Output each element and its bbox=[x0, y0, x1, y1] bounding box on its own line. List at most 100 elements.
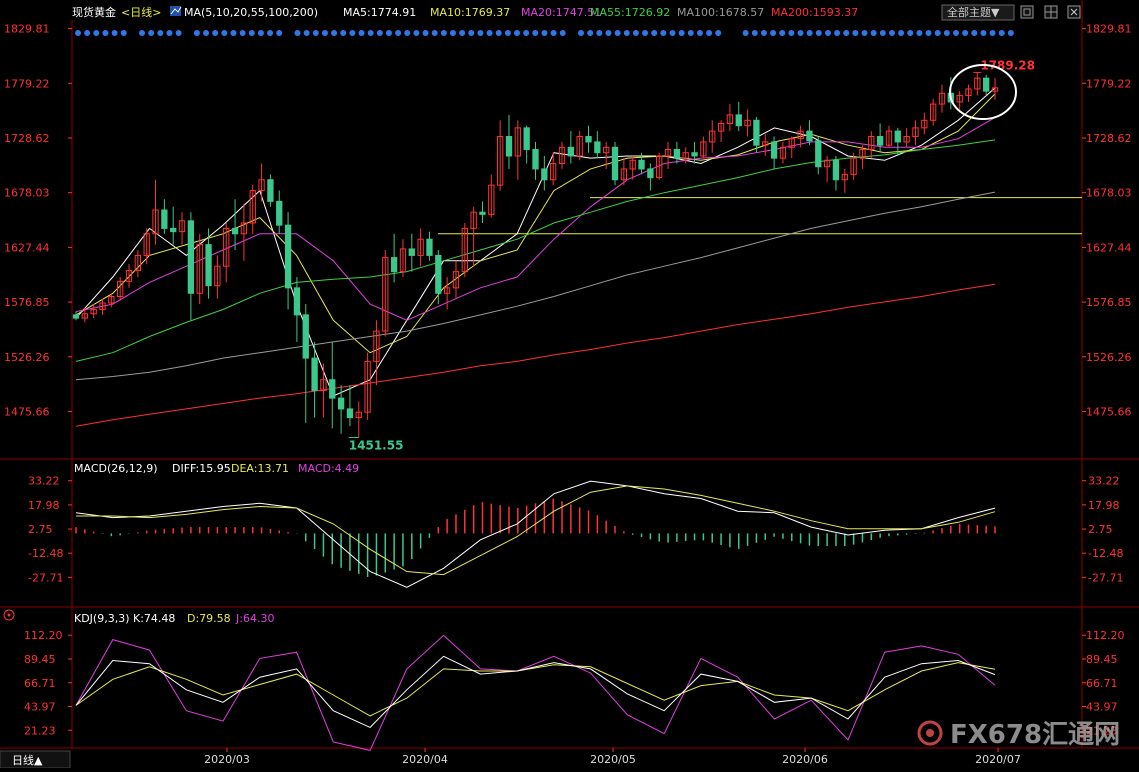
macd-tick-label-left: -27.71 bbox=[28, 571, 63, 584]
chart-window: 现货黄金 <日线> MA(5,10,20,55,100,200) MA5:177… bbox=[0, 0, 1139, 769]
price-tick-label-left: 1829.81 bbox=[4, 23, 50, 36]
candle-body bbox=[611, 146, 619, 181]
event-dot bbox=[459, 30, 466, 36]
event-dot bbox=[120, 30, 127, 36]
kdj-tick-label: 66.71 bbox=[1086, 677, 1118, 690]
ma-legend-3: MA55:1726.92 bbox=[590, 6, 670, 19]
candle-body bbox=[585, 136, 592, 143]
symbol-title: 现货黄金 bbox=[72, 5, 116, 19]
event-dot bbox=[806, 30, 813, 36]
event-dot bbox=[203, 30, 210, 36]
event-dot bbox=[980, 30, 987, 36]
candle-body bbox=[541, 168, 548, 181]
tile-window-icon[interactable] bbox=[1044, 5, 1058, 19]
macd-tick-label: 33.22 bbox=[1088, 475, 1120, 488]
event-dot bbox=[431, 30, 438, 36]
macd-legend-1: DEA:13.71 bbox=[231, 462, 289, 475]
time-tick-label: 2020/04 bbox=[402, 753, 448, 766]
kdj-tick-label-left: 21.23 bbox=[24, 724, 56, 737]
event-dot bbox=[303, 30, 310, 36]
event-dot bbox=[852, 30, 859, 36]
event-dot bbox=[175, 30, 182, 36]
event-dot bbox=[770, 30, 777, 36]
ma-params: MA(5,10,20,55,100,200) bbox=[184, 6, 318, 19]
candle-body bbox=[532, 148, 539, 170]
event-dot bbox=[102, 30, 109, 36]
event-dot bbox=[870, 30, 877, 36]
candle-body bbox=[505, 136, 513, 157]
candle-body bbox=[390, 257, 398, 273]
event-dot bbox=[331, 30, 338, 36]
event-dot bbox=[349, 30, 356, 36]
macd-tick-label: -12.48 bbox=[1088, 547, 1123, 560]
close-icon[interactable] bbox=[1067, 5, 1081, 19]
event-dot bbox=[898, 30, 905, 36]
event-dot bbox=[148, 30, 155, 36]
event-dot bbox=[916, 30, 923, 36]
theme-button[interactable]: 全部主题▼ bbox=[941, 4, 1015, 21]
price-tick-label: 1728.62 bbox=[1086, 132, 1132, 145]
chart-canvas[interactable]: 现货黄金 <日线> MA(5,10,20,55,100,200) MA5:177… bbox=[0, 0, 1139, 769]
candle-body bbox=[594, 141, 601, 154]
macd-tick-label-left: 2.75 bbox=[28, 523, 53, 536]
event-dot bbox=[413, 30, 420, 36]
price-tick-label: 1627.44 bbox=[1086, 241, 1132, 254]
price-tick-label-left: 1779.22 bbox=[4, 77, 50, 90]
candle-body bbox=[876, 136, 884, 146]
event-dot bbox=[166, 30, 173, 36]
candle-body bbox=[276, 200, 283, 226]
price-tick-label-left: 1678.03 bbox=[4, 187, 50, 200]
macd-label: MACD(26,12,9) bbox=[74, 462, 158, 475]
candle-body bbox=[691, 152, 698, 157]
event-dot bbox=[998, 30, 1005, 36]
event-dot bbox=[267, 30, 274, 36]
kdj-legend-1: D:79.58 bbox=[187, 612, 231, 625]
event-dot bbox=[642, 30, 649, 36]
candle-body bbox=[72, 314, 80, 319]
event-dot bbox=[550, 30, 557, 36]
candle-body bbox=[337, 397, 345, 410]
event-dot bbox=[687, 30, 694, 36]
event-dot bbox=[495, 30, 502, 36]
event-dot bbox=[513, 30, 520, 36]
event-dot bbox=[486, 30, 493, 36]
kdj-tick-label: 112.20 bbox=[1086, 629, 1125, 642]
kdj-tick-label-left: 89.45 bbox=[24, 653, 56, 666]
candle-body bbox=[311, 357, 318, 392]
kdj-tick-label-left: 66.71 bbox=[24, 677, 56, 690]
candle-body bbox=[435, 254, 442, 294]
event-dot bbox=[139, 30, 146, 36]
event-marker-strip[interactable] bbox=[75, 30, 1014, 36]
svg-text:日线▲: 日线▲ bbox=[12, 753, 43, 767]
price-tick-label: 1475.66 bbox=[1086, 405, 1132, 418]
candle-body bbox=[832, 159, 840, 181]
event-dot bbox=[742, 30, 749, 36]
period-tag[interactable]: <日线> bbox=[121, 5, 161, 19]
candle-body bbox=[426, 238, 433, 256]
event-dot bbox=[907, 30, 914, 36]
macd-tick-label: 2.75 bbox=[1088, 523, 1113, 536]
candle-body bbox=[523, 127, 530, 150]
event-dot bbox=[952, 30, 959, 36]
ma-legend-4: MA100:1678.57 bbox=[677, 6, 764, 19]
event-dot bbox=[596, 30, 603, 36]
event-dot bbox=[651, 30, 658, 36]
candle-body bbox=[894, 130, 901, 143]
event-dot bbox=[312, 30, 319, 36]
event-dot bbox=[541, 30, 548, 36]
event-dot bbox=[669, 30, 676, 36]
price-tick-label: 1678.03 bbox=[1086, 187, 1132, 200]
macd-tick-label-left: -12.48 bbox=[28, 547, 63, 560]
restore-window-icon[interactable] bbox=[1020, 5, 1034, 19]
macd-legend-2: MACD:4.49 bbox=[298, 462, 359, 475]
period-button[interactable]: 日线▲ bbox=[0, 750, 71, 769]
event-dot bbox=[760, 30, 767, 36]
event-dot bbox=[678, 30, 685, 36]
event-dot bbox=[715, 30, 722, 36]
event-dot bbox=[84, 30, 91, 36]
candle-body bbox=[231, 227, 239, 235]
candle-body bbox=[408, 248, 415, 256]
price-tick-label: 1576.85 bbox=[1086, 296, 1132, 309]
event-dot bbox=[824, 30, 831, 36]
kdj-tick-label: 43.97 bbox=[1086, 701, 1118, 714]
